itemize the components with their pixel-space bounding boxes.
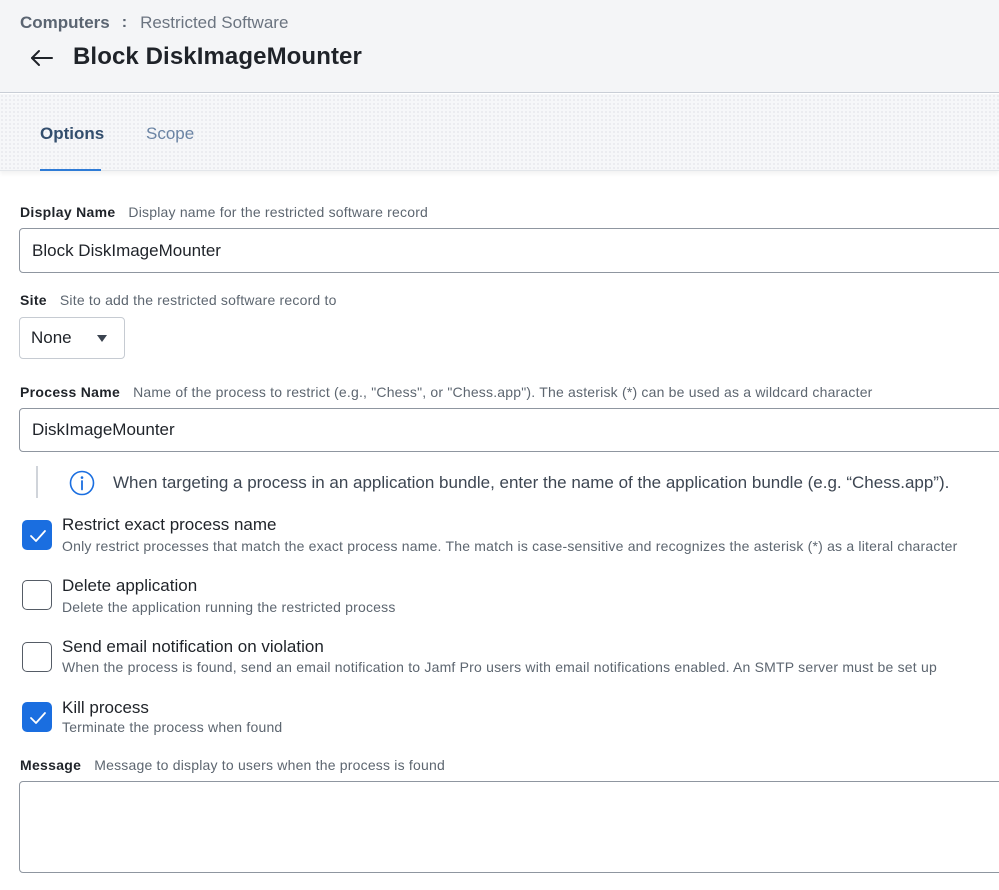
message-label-text: Message	[20, 757, 82, 773]
message-hint: Message to display to users when the pro…	[94, 757, 445, 773]
restrict-exact-name-description: Only restrict processes that match the e…	[62, 538, 958, 554]
message-textarea[interactable]	[19, 781, 999, 873]
kill-process-checkbox[interactable]	[22, 702, 52, 732]
site-select-value: None	[31, 328, 72, 347]
page-title: Block DiskImageMounter	[73, 43, 362, 70]
process-name-label: Process Name Name of the process to restr…	[20, 384, 873, 400]
checkmark-icon	[30, 530, 46, 542]
display-name-input[interactable]: Block DiskImageMounter	[19, 228, 999, 273]
restrict-exact-name-checkbox[interactable]	[22, 520, 52, 550]
message-label: Message Message to display to users when …	[20, 757, 445, 773]
display-name-hint: Display name for the restricted software…	[128, 204, 429, 220]
process-name-input[interactable]: DiskImageMounter	[19, 408, 999, 452]
site-select[interactable]: None	[19, 317, 125, 359]
process-name-hint: Name of the process to restrict (e.g., "…	[133, 384, 873, 400]
kill-process-description: Terminate the process when found	[62, 719, 283, 735]
display-name-label: Display Name Display name for the restric…	[20, 204, 428, 220]
delete-application-title: Delete application	[62, 576, 198, 595]
email-notification-checkbox[interactable]	[22, 642, 52, 672]
kill-process-title: Kill process	[62, 698, 149, 717]
page-header: Computers : Restricted Software Block Di…	[0, 0, 999, 93]
process-name-label-text: Process Name	[20, 384, 121, 400]
breadcrumb-computers-link[interactable]: Computers	[20, 13, 110, 33]
email-notification-description: When the process is found, send an email…	[62, 659, 937, 675]
arrow-left-icon	[31, 50, 53, 66]
caret-down-icon	[97, 335, 107, 342]
delete-application-description: Delete the application running the restr…	[62, 599, 396, 615]
email-notification-title: Send email notification on violation	[62, 637, 324, 656]
breadcrumb-current: Restricted Software	[140, 13, 289, 32]
info-note: When targeting a process in an applicati…	[36, 466, 999, 498]
tab-options[interactable]: Options	[40, 124, 104, 144]
info-note-text: When targeting a process in an applicati…	[113, 473, 950, 492]
active-tab-indicator	[40, 169, 101, 171]
tab-scope[interactable]: Scope	[146, 124, 194, 144]
site-label: Site Site to add the restricted software …	[20, 292, 337, 308]
tab-bar: Options Scope	[0, 94, 999, 171]
restrict-exact-name-title: Restrict exact process name	[62, 515, 277, 534]
breadcrumb: Computers : Restricted Software	[20, 13, 288, 33]
site-hint: Site to add the restricted software reco…	[59, 292, 337, 308]
info-circle-icon	[69, 470, 95, 496]
breadcrumb-separator: :	[121, 14, 128, 31]
checkmark-icon	[30, 712, 46, 724]
site-label-text: Site	[20, 292, 47, 308]
back-button[interactable]	[28, 44, 56, 72]
display-name-label-text: Display Name	[20, 204, 116, 220]
delete-application-checkbox[interactable]	[22, 580, 52, 610]
